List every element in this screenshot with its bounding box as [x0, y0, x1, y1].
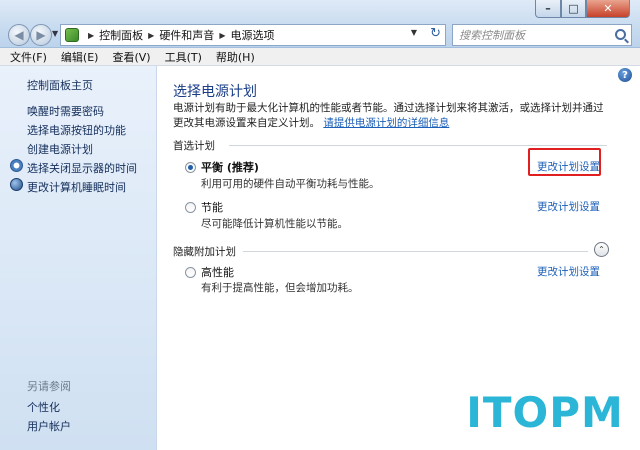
breadcrumb-separator-icon[interactable]: ▶	[219, 31, 225, 40]
sidebar-item-user-accounts[interactable]: 用户帐户	[27, 418, 71, 434]
plan-details-link[interactable]: 请提供电源计划的详细信息	[323, 117, 449, 129]
itopm-watermark-logo: ITOPM	[452, 379, 638, 445]
search-icon[interactable]	[615, 29, 626, 40]
display-clock-icon	[10, 159, 23, 172]
recent-pages-dropdown[interactable]: ▼	[52, 29, 58, 38]
sleep-moon-icon	[10, 178, 23, 191]
refresh-icon[interactable]: ↻	[430, 26, 441, 41]
plan-desc-balanced: 利用可用的硬件自动平衡功耗与性能。	[201, 178, 380, 190]
sidebar-item-personalization[interactable]: 个性化	[27, 399, 60, 415]
menu-view[interactable]: 查看(V)	[112, 49, 150, 65]
collapse-chevron-icon[interactable]: ⌃	[594, 242, 609, 257]
menu-tools[interactable]: 工具(T)	[165, 49, 202, 65]
menu-bar: 文件(F) 编辑(E) 查看(V) 工具(T) 帮助(H)	[0, 48, 640, 66]
page-description: 电源计划有助于最大化计算机的性能或者节能。通过选择计划来将其激活，或选择计划并通…	[173, 101, 613, 131]
menu-file[interactable]: 文件(F)	[10, 49, 47, 65]
plan-name-power-saver[interactable]: 节能	[201, 199, 223, 215]
sidebar-control-panel-home[interactable]: 控制面板主页	[27, 77, 93, 93]
breadcrumb-hardware-sound[interactable]: 硬件和声音	[159, 27, 214, 43]
group-divider	[243, 251, 588, 252]
page-title: 选择电源计划	[173, 84, 257, 100]
task-pane: 控制面板主页 唤醒时需要密码 选择电源按钮的功能 创建电源计划 选择关闭显示器的…	[0, 66, 157, 450]
breadcrumb-power-options[interactable]: 电源选项	[230, 27, 274, 43]
control-panel-icon	[65, 28, 79, 42]
back-button[interactable]: ◀	[8, 24, 30, 46]
group-divider	[229, 145, 607, 146]
sidebar-item-display-off[interactable]: 选择关闭显示器的时间	[27, 160, 137, 176]
search-input[interactable]: 搜索控制面板	[452, 24, 632, 46]
search-placeholder: 搜索控制面板	[459, 29, 525, 42]
change-plan-settings-high-performance[interactable]: 更改计划设置	[537, 264, 600, 279]
highlight-box	[528, 148, 601, 176]
plan-name-high-performance[interactable]: 高性能	[201, 264, 234, 280]
close-button[interactable]: ✕	[586, 0, 630, 18]
minimize-button[interactable]: –	[535, 0, 561, 18]
window-controls: – □ ✕	[535, 0, 630, 18]
plan-radio-power-saver[interactable]	[185, 202, 196, 213]
address-bar[interactable]: ▶ 控制面板 ▶ 硬件和声音 ▶ 电源选项 ▼ ↻	[60, 24, 446, 46]
see-also-heading: 另请参阅	[27, 380, 71, 393]
plan-radio-high-performance[interactable]	[185, 267, 196, 278]
sidebar-item-sleep-time[interactable]: 更改计算机睡眠时间	[27, 179, 126, 195]
address-history-dropdown[interactable]: ▼	[411, 28, 417, 37]
plan-radio-balanced[interactable]	[185, 162, 196, 173]
breadcrumb-separator-icon[interactable]: ▶	[148, 31, 154, 40]
plan-name-balanced[interactable]: 平衡 (推荐)	[201, 159, 259, 175]
help-icon[interactable]: ?	[618, 68, 632, 82]
forward-button[interactable]: ▶	[30, 24, 52, 46]
plan-desc-power-saver: 尽可能降低计算机性能以节能。	[201, 218, 348, 230]
menu-help[interactable]: 帮助(H)	[216, 49, 255, 65]
hidden-plans-heading: 隐藏附加计划	[173, 246, 236, 258]
breadcrumb-separator-icon[interactable]: ▶	[88, 31, 94, 40]
title-bar: – □ ✕ ◀ ▶ ▼ ▶ 控制面板 ▶ 硬件和声音 ▶ 电源选项 ▼ ↻ 搜索…	[0, 0, 640, 48]
plan-desc-high-performance: 有利于提高性能，但会增加功耗。	[201, 282, 359, 294]
preferred-plans-heading: 首选计划	[173, 140, 215, 152]
sidebar-item-require-password[interactable]: 唤醒时需要密码	[27, 103, 104, 119]
change-plan-settings-power-saver[interactable]: 更改计划设置	[537, 199, 600, 214]
sidebar-item-create-plan[interactable]: 创建电源计划	[27, 141, 93, 157]
menu-edit[interactable]: 编辑(E)	[61, 49, 99, 65]
maximize-button[interactable]: □	[561, 0, 586, 18]
sidebar-item-power-button[interactable]: 选择电源按钮的功能	[27, 122, 126, 138]
breadcrumb-control-panel[interactable]: 控制面板	[99, 27, 143, 43]
